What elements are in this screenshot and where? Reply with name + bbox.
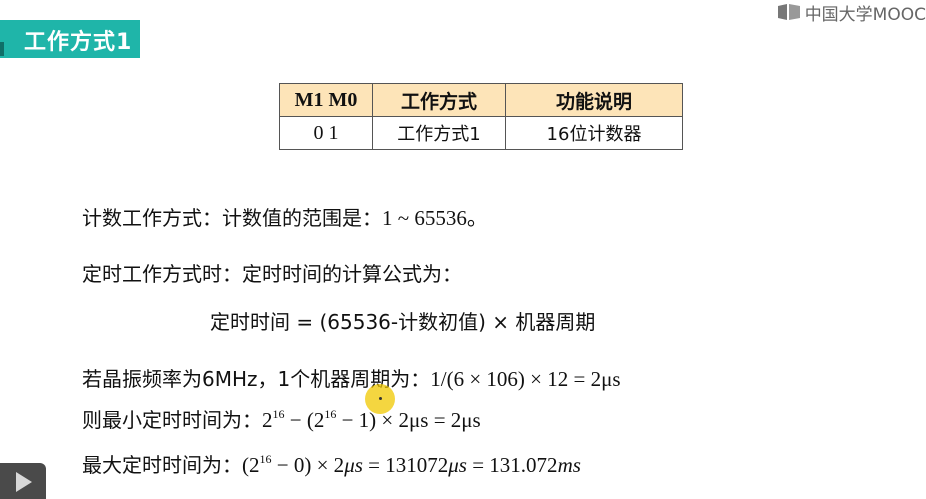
table-row: 0 1 工作方式1 16位计数器 bbox=[279, 116, 683, 150]
max-time-line: 最大定时时间为：(216 − 0) × 2μs = 131072μs = 131… bbox=[82, 449, 581, 478]
logo-text: 中国大学MOOC bbox=[804, 4, 926, 25]
header-m1m0: M1 M0 bbox=[279, 83, 373, 117]
play-button[interactable] bbox=[0, 463, 46, 499]
min-time-label: 则最小定时时间为： bbox=[82, 408, 262, 432]
cell-function: 16位计数器 bbox=[505, 116, 683, 150]
mooc-logo-icon bbox=[777, 4, 800, 20]
banner-notch bbox=[0, 42, 4, 56]
table-header-row: M1 M0 工作方式 功能说明 bbox=[279, 83, 683, 117]
count-range-line: 计数工作方式：计数值的范围是：1 ~ 65536。 bbox=[82, 202, 488, 232]
mode-table: M1 M0 工作方式 功能说明 0 1 工作方式1 16位计数器 bbox=[279, 83, 683, 150]
count-range-value: 1 ~ 65536。 bbox=[382, 206, 488, 230]
cursor-highlight bbox=[365, 384, 395, 414]
cell-m1m0: 0 1 bbox=[279, 116, 373, 150]
max-time-value: (216 − 0) × 2μs = 131072μs = 131.072ms bbox=[242, 452, 581, 477]
oscillator-value: 1/(6 × 106) × 12 = 2μs bbox=[430, 367, 621, 391]
timer-intro-line: 定时工作方式时：定时时间的计算公式为： bbox=[82, 262, 462, 286]
banner-title: 工作方式1 bbox=[24, 30, 133, 55]
min-time-line: 则最小定时时间为：216 − (216 − 1) × 2μs = 2μs bbox=[82, 404, 481, 433]
play-icon bbox=[16, 472, 32, 492]
mooc-logo: 中国大学MOOC bbox=[777, 0, 926, 25]
header-function: 功能说明 bbox=[505, 83, 683, 117]
timer-formula: 定时时间 = (65536-计数初值) × 机器周期 bbox=[210, 310, 596, 334]
oscillator-line: 若晶振频率为6MHz，1个机器周期为：1/(6 × 106) × 12 = 2μ… bbox=[82, 363, 621, 392]
max-time-label: 最大定时时间为： bbox=[82, 453, 242, 477]
count-range-label: 计数工作方式：计数值的范围是： bbox=[82, 206, 382, 230]
header-mode: 工作方式 bbox=[372, 83, 506, 117]
title-banner: 工作方式1 bbox=[0, 20, 140, 58]
cell-mode: 工作方式1 bbox=[372, 116, 506, 150]
